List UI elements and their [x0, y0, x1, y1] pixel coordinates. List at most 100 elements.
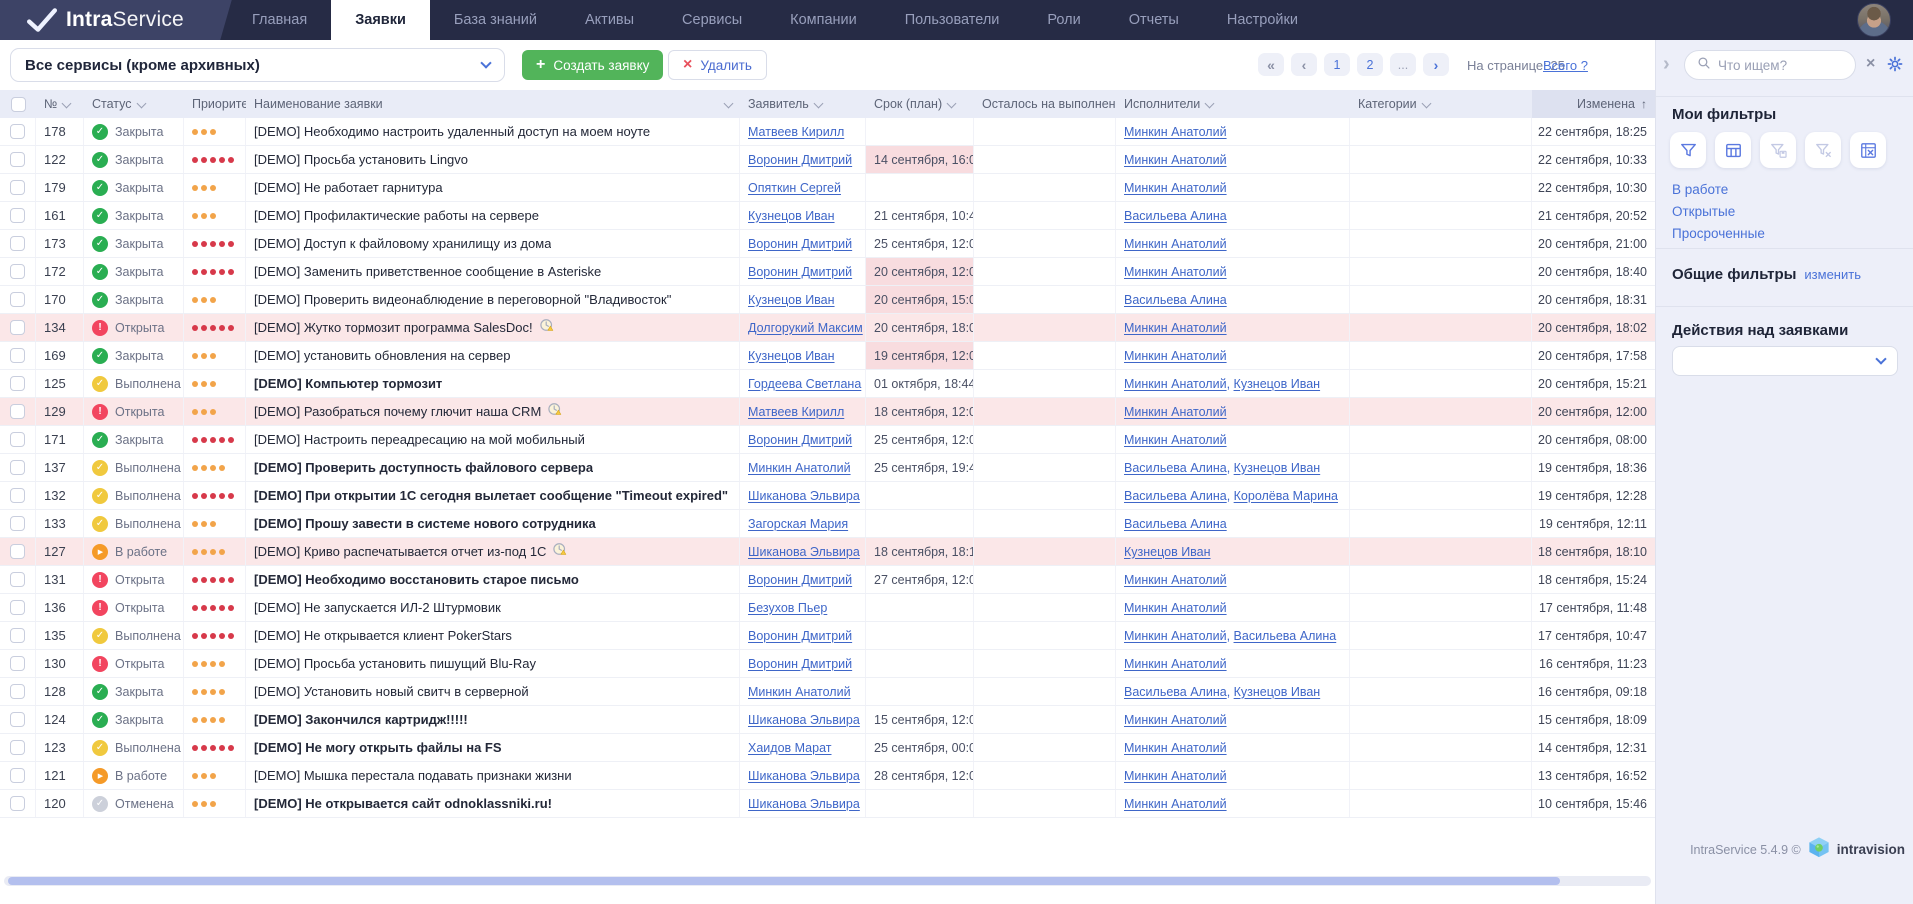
row-checkbox[interactable]	[10, 768, 25, 783]
ticket-row-129[interactable]: 129!Открыта[DEMO] Разобраться почему глю…	[0, 398, 1655, 426]
save-filter-icon[interactable]	[1760, 132, 1796, 168]
row-checkbox[interactable]	[10, 684, 25, 699]
column-header-id[interactable]: №	[36, 90, 84, 118]
ticket-title[interactable]: [DEMO] Не открывается клиент PokerStars	[254, 628, 512, 643]
ticket-title[interactable]: [DEMO] Просьба установить Lingvo	[254, 152, 468, 167]
ticket-title[interactable]: [DEMO] Не могу открыть файлы на FS	[254, 740, 502, 755]
pagination-prev[interactable]: ‹	[1291, 53, 1317, 76]
user-avatar[interactable]	[1857, 3, 1891, 37]
requester-link[interactable]: Минкин Анатолий	[748, 461, 851, 475]
ticket-title[interactable]: [DEMO] Заменить приветственное сообщение…	[254, 264, 601, 279]
assignee-link[interactable]: Минкин Анатолий	[1124, 349, 1227, 363]
search-box[interactable]	[1684, 50, 1856, 80]
ticket-title[interactable]: [DEMO] Необходимо настроить удаленный до…	[254, 124, 650, 139]
nav-item-2[interactable]: База знаний	[430, 0, 561, 40]
assignee-link[interactable]: Минкин Анатолий	[1124, 601, 1227, 615]
row-checkbox[interactable]	[10, 572, 25, 587]
ticket-row-123[interactable]: 123✓Выполнена[DEMO] Не могу открыть файл…	[0, 734, 1655, 762]
assignee-link[interactable]: Минкин Анатолий	[1124, 153, 1227, 167]
row-checkbox[interactable]	[10, 712, 25, 727]
row-checkbox[interactable]	[10, 600, 25, 615]
requester-link[interactable]: Долгорукий Максим	[748, 321, 863, 335]
assignee-link[interactable]: Минкин Анатолий	[1124, 377, 1227, 391]
delete-button[interactable]: × Удалить	[668, 50, 767, 80]
ticket-row-137[interactable]: 137✓Выполнена[DEMO] Проверить доступност…	[0, 454, 1655, 482]
select-all-checkbox[interactable]	[11, 97, 26, 112]
row-checkbox[interactable]	[10, 376, 25, 391]
ticket-row-172[interactable]: 172✓Закрыта[DEMO] Заменить приветственно…	[0, 258, 1655, 286]
nav-item-0[interactable]: Главная	[228, 0, 331, 40]
nav-item-4[interactable]: Сервисы	[658, 0, 766, 40]
ticket-title[interactable]: [DEMO] Жутко тормозит программа SalesDoc…	[254, 320, 533, 335]
assignee-link[interactable]: Минкин Анатолий	[1124, 573, 1227, 587]
total-count-link[interactable]: Всего ?	[1543, 58, 1588, 73]
requester-link[interactable]: Безухов Пьер	[748, 601, 827, 615]
nav-item-9[interactable]: Настройки	[1203, 0, 1322, 40]
assignee-link[interactable]: Минкин Анатолий	[1124, 125, 1227, 139]
ticket-row-130[interactable]: 130!Открыта[DEMO] Просьба установить пиш…	[0, 650, 1655, 678]
assignee-link[interactable]: Васильева Алина	[1124, 293, 1227, 307]
ticket-row-122[interactable]: 122✓Закрыта[DEMO] Просьба установить Lin…	[0, 146, 1655, 174]
column-header-changed[interactable]: Изменена↑	[1532, 90, 1655, 118]
row-checkbox[interactable]	[10, 404, 25, 419]
assignee-link[interactable]: Васильева Алина	[1124, 685, 1227, 699]
ticket-title[interactable]: [DEMO] Мышка перестала подавать признаки…	[254, 768, 572, 783]
edit-filters-link[interactable]: изменить	[1804, 267, 1861, 282]
search-settings-gear-icon[interactable]	[1887, 56, 1903, 77]
clear-search-icon[interactable]: ×	[1866, 56, 1875, 72]
assignee-link[interactable]: Кузнецов Иван	[1234, 377, 1321, 391]
requester-link[interactable]: Воронин Дмитрий	[748, 657, 852, 671]
my-filter-link-1[interactable]: Открытые	[1672, 204, 1765, 219]
row-checkbox[interactable]	[10, 796, 25, 811]
scrollbar-thumb[interactable]	[8, 877, 1560, 885]
assignee-link[interactable]: Минкин Анатолий	[1124, 629, 1227, 643]
assignee-link[interactable]: Васильева Алина	[1124, 517, 1227, 531]
assignee-link[interactable]: Минкин Анатолий	[1124, 769, 1227, 783]
requester-link[interactable]: Шиканова Эльвира	[748, 769, 860, 783]
requester-link[interactable]: Кузнецов Иван	[748, 349, 835, 363]
requester-link[interactable]: Воронин Дмитрий	[748, 573, 852, 587]
table-view-icon[interactable]	[1715, 132, 1751, 168]
row-checkbox[interactable]	[10, 320, 25, 335]
row-checkbox[interactable]	[10, 124, 25, 139]
column-header-select[interactable]	[0, 90, 36, 118]
ticket-row-131[interactable]: 131!Открыта[DEMO] Необходимо восстановит…	[0, 566, 1655, 594]
ticket-title[interactable]: [DEMO] Компьютер тормозит	[254, 376, 442, 391]
ticket-title[interactable]: [DEMO] Проверить видеонаблюдение в перег…	[254, 292, 671, 307]
clear-filter-icon[interactable]	[1805, 132, 1841, 168]
row-checkbox[interactable]	[10, 208, 25, 223]
export-excel-icon[interactable]	[1850, 132, 1886, 168]
requester-link[interactable]: Воронин Дмитрий	[748, 153, 852, 167]
row-checkbox[interactable]	[10, 544, 25, 559]
column-header-priority[interactable]: Приоритет	[184, 90, 246, 118]
ticket-title[interactable]: [DEMO] Необходимо восстановить старое пи…	[254, 572, 579, 587]
my-filter-link-2[interactable]: Просроченные	[1672, 226, 1765, 241]
my-filter-link-0[interactable]: В работе	[1672, 182, 1765, 197]
ticket-row-136[interactable]: 136!Открыта[DEMO] Не запускается ИЛ-2 Шт…	[0, 594, 1655, 622]
requester-link[interactable]: Загорская Мария	[748, 517, 848, 531]
requester-link[interactable]: Воронин Дмитрий	[748, 265, 852, 279]
search-input[interactable]	[1718, 58, 1838, 73]
assignee-link[interactable]: Минкин Анатолий	[1124, 265, 1227, 279]
create-ticket-button[interactable]: + Создать заявку	[522, 50, 663, 80]
requester-link[interactable]: Воронин Дмитрий	[748, 237, 852, 251]
row-checkbox[interactable]	[10, 432, 25, 447]
assignee-link[interactable]: Минкин Анатолий	[1124, 321, 1227, 335]
ticket-row-121[interactable]: 121▶В работе[DEMO] Мышка перестала подав…	[0, 762, 1655, 790]
assignee-link[interactable]: Минкин Анатолий	[1124, 741, 1227, 755]
ticket-title[interactable]: [DEMO] Настроить переадресацию на мой мо…	[254, 432, 585, 447]
requester-link[interactable]: Шиканова Эльвира	[748, 797, 860, 811]
assignee-link[interactable]: Королёва Марина	[1234, 489, 1338, 503]
requester-link[interactable]: Шиканова Эльвира	[748, 489, 860, 503]
column-header-due[interactable]: Срок (план)	[866, 90, 974, 118]
row-checkbox[interactable]	[10, 516, 25, 531]
row-checkbox[interactable]	[10, 628, 25, 643]
brand-logo[interactable]: IntraService	[26, 0, 184, 40]
horizontal-scrollbar[interactable]	[4, 876, 1651, 886]
row-checkbox[interactable]	[10, 348, 25, 363]
column-header-categories[interactable]: Категории	[1350, 90, 1532, 118]
assignee-link[interactable]: Васильева Алина	[1124, 209, 1227, 223]
assignee-link[interactable]: Минкин Анатолий	[1124, 657, 1227, 671]
column-header-title[interactable]: Наименование заявки	[246, 90, 740, 118]
ticket-title[interactable]: [DEMO] Проверить доступность файлового с…	[254, 460, 593, 475]
